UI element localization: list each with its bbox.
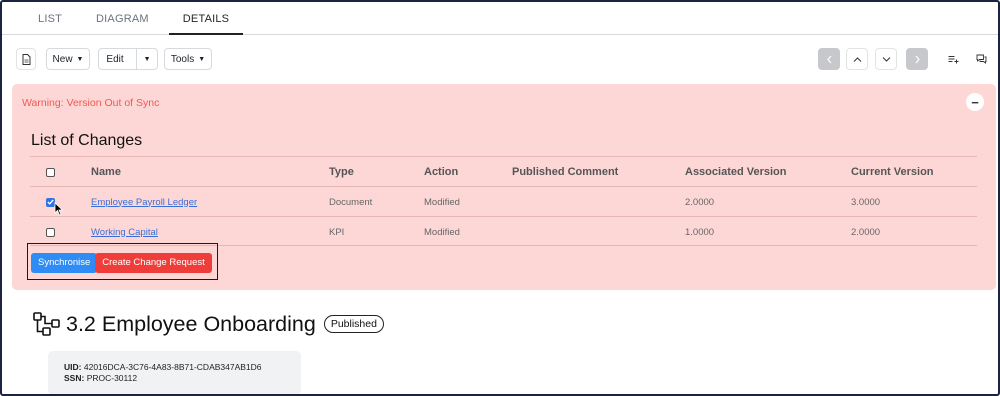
ssn-value: PROC-30112 xyxy=(86,373,138,383)
changes-table: Name Type Action Published Comment Assoc… xyxy=(30,156,977,246)
tab-diagram[interactable]: DIAGRAM xyxy=(82,2,163,35)
col-action[interactable]: Action xyxy=(424,157,458,187)
row-current-version: 2.0000 xyxy=(851,226,881,238)
view-tabs: LIST DIAGRAM DETAILS xyxy=(2,2,998,35)
status-badge: Published xyxy=(323,315,384,333)
page-title: 3.2 Employee Onboarding xyxy=(66,311,316,336)
tab-list[interactable]: LIST xyxy=(24,2,76,35)
row-action: Modified xyxy=(424,196,460,208)
select-all-cell xyxy=(46,157,55,187)
action-buttons-highlight: Synchronise Create Change Request xyxy=(27,243,218,280)
identifier-card: UID: 42016DCA-3C76-4A83-8B71-CDAB347AB1D… xyxy=(48,351,301,394)
row-action: Modified xyxy=(424,226,460,238)
synchronise-button[interactable]: Synchronise xyxy=(31,253,98,273)
toolbar: New ▼ Edit ▼ Tools ▼ xyxy=(12,48,992,72)
chevron-down-icon xyxy=(882,56,890,62)
ssn-line: SSN: PROC-30112 xyxy=(64,373,301,384)
caret-down-icon: ▼ xyxy=(198,55,206,63)
col-current-version[interactable]: Current Version xyxy=(851,157,934,187)
caret-down-icon: ▼ xyxy=(76,55,84,63)
previous-button[interactable] xyxy=(818,48,840,70)
uid-value: 42016DCA-3C76-4A83-8B71-CDAB347AB1D6 xyxy=(83,362,262,372)
next-button[interactable] xyxy=(906,48,928,70)
table-header-row: Name Type Action Published Comment Assoc… xyxy=(30,156,977,186)
tools-label: Tools xyxy=(170,53,195,65)
col-name[interactable]: Name xyxy=(91,157,121,187)
edit-button-group: Edit ▼ xyxy=(98,48,158,70)
document-icon xyxy=(22,53,30,65)
table-row: Working Capital KPI Modified 1.0000 2.00… xyxy=(30,216,977,246)
new-label: New xyxy=(52,53,73,65)
col-associated-version[interactable]: Associated Version xyxy=(685,157,787,187)
add-list-icon xyxy=(948,55,958,63)
select-all-checkbox[interactable] xyxy=(46,167,55,177)
chevron-left-icon xyxy=(826,55,831,63)
page-heading: 3.2 Employee Onboarding Published xyxy=(32,309,384,339)
move-up-button[interactable] xyxy=(846,48,868,70)
row-current-version: 3.0000 xyxy=(851,196,881,208)
checkmark-icon xyxy=(47,199,54,205)
add-to-list-button[interactable] xyxy=(942,48,964,70)
edit-button[interactable]: Edit xyxy=(98,49,131,69)
document-button[interactable] xyxy=(16,48,36,70)
row-type: Document xyxy=(329,196,373,208)
col-type[interactable]: Type xyxy=(329,157,354,187)
row-associated-version: 1.0000 xyxy=(685,226,715,238)
row-name-cell: Employee Payroll Ledger xyxy=(91,187,197,217)
tools-button[interactable]: Tools ▼ xyxy=(164,48,212,70)
warning-title: Warning: Version Out of Sync xyxy=(22,97,160,109)
uid-label: UID: xyxy=(64,362,82,372)
col-published-comment[interactable]: Published Comment xyxy=(512,157,618,187)
row-name-link[interactable]: Working Capital xyxy=(91,227,158,238)
list-of-changes-title: List of Changes xyxy=(31,132,143,149)
row-associated-version: 2.0000 xyxy=(685,196,715,208)
chevron-right-icon xyxy=(915,55,920,63)
create-change-request-button[interactable]: Create Change Request xyxy=(95,253,212,273)
app-frame: LIST DIAGRAM DETAILS New ▼ Edit ▼ Tools … xyxy=(0,0,1000,396)
uid-line: UID: 42016DCA-3C76-4A83-8B71-CDAB347AB1D… xyxy=(64,362,301,373)
collapse-button[interactable]: − xyxy=(966,93,984,111)
edit-dropdown-caret-icon[interactable]: ▼ xyxy=(135,49,158,69)
table-row: Employee Payroll Ledger Document Modifie… xyxy=(30,186,977,216)
mouse-cursor-icon xyxy=(54,202,64,216)
tab-details[interactable]: DETAILS xyxy=(168,2,244,35)
move-down-button[interactable] xyxy=(875,48,897,70)
ssn-label: SSN: xyxy=(64,373,85,383)
new-button[interactable]: New ▼ xyxy=(46,48,90,70)
chevron-up-icon xyxy=(853,56,861,62)
process-flow-icon xyxy=(33,312,60,336)
row-name-link[interactable]: Employee Payroll Ledger xyxy=(91,197,197,208)
row-checkbox[interactable] xyxy=(46,227,55,237)
row-type: KPI xyxy=(329,226,345,238)
comments-button[interactable] xyxy=(970,48,992,70)
comments-icon xyxy=(976,54,986,64)
